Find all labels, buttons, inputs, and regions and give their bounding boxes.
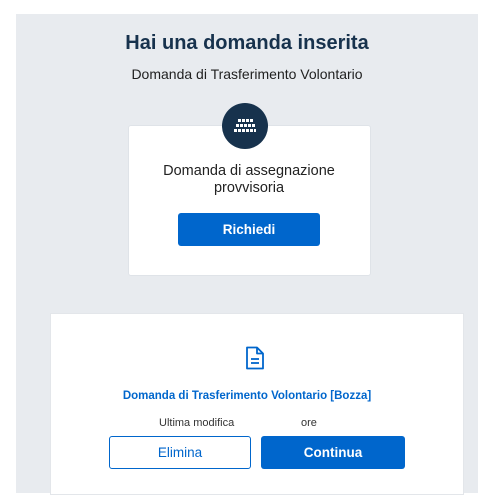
page-subtitle: Domanda di Trasferimento Volontario <box>131 66 363 82</box>
continue-button[interactable]: Continua <box>261 436 405 469</box>
request-button[interactable]: Richiedi <box>178 213 320 246</box>
content-panel: Hai una domanda inserita Domanda di Tras… <box>16 14 478 495</box>
delete-button[interactable]: Elimina <box>109 436 251 469</box>
keyboard-icon <box>222 103 268 149</box>
last-modified-label: Ultima modifica <box>159 417 235 429</box>
page-title: Hai una domanda inserita <box>125 32 369 54</box>
draft-title-link[interactable]: Domanda di Trasferimento Volontario [Boz… <box>16 390 478 402</box>
request-card-title: Domanda di assegnazione provvisoria <box>163 163 335 196</box>
last-modified-time: ore <box>301 417 317 429</box>
document-icon <box>245 346 265 375</box>
